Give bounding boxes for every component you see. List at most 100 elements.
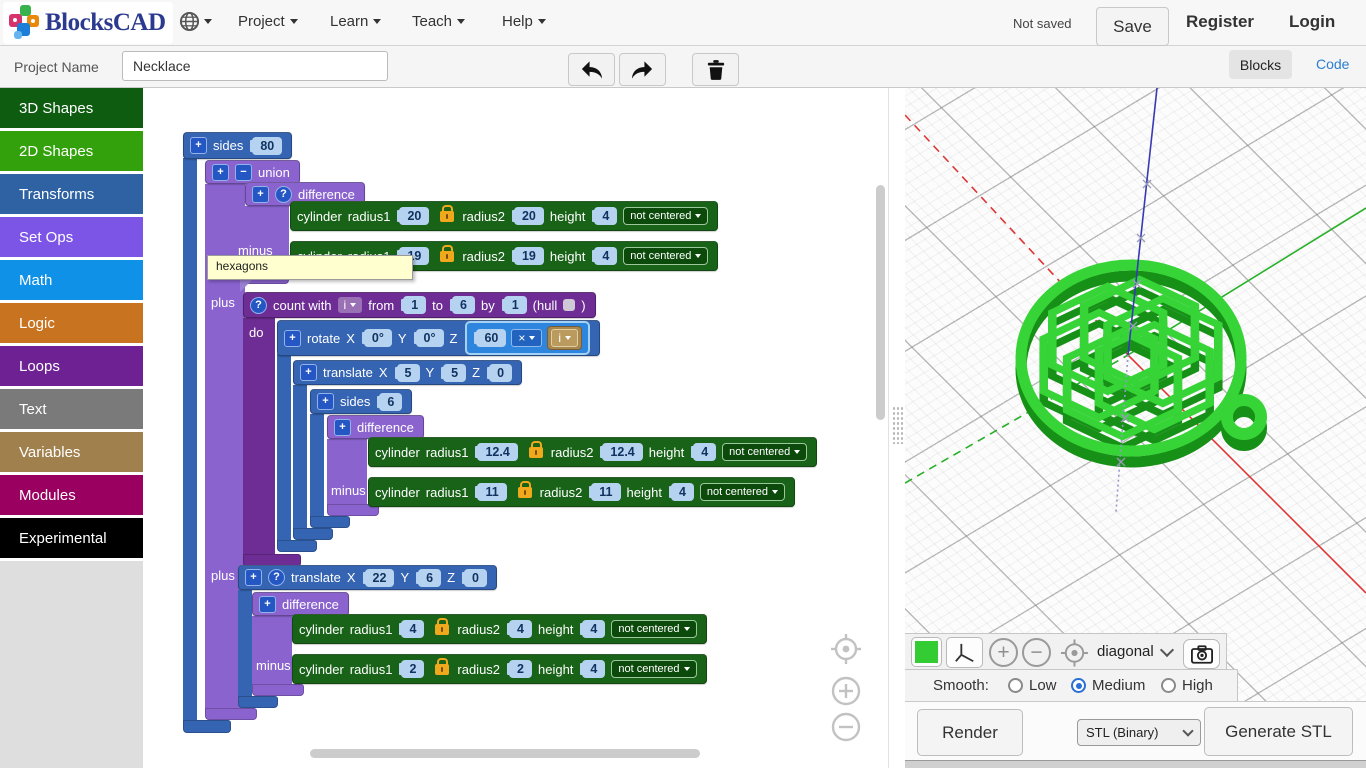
sidebar-item-text[interactable]: Text xyxy=(0,389,143,429)
translate-z-value[interactable]: 0 xyxy=(489,364,512,382)
help-icon[interactable]: ? xyxy=(268,569,285,586)
save-button[interactable]: Save xyxy=(1096,7,1169,46)
sidebar-item-modules[interactable]: Modules xyxy=(0,475,143,515)
rotate-x-value[interactable]: 0° xyxy=(364,329,392,347)
render-button[interactable]: Render xyxy=(917,709,1023,756)
expand-icon[interactable]: + xyxy=(300,364,317,381)
block-count-with[interactable]: ? count with i from 1 to 6 by 1 (hull ) xyxy=(243,292,596,318)
zoom-reset-button[interactable] xyxy=(831,634,861,664)
height-value[interactable]: 4 xyxy=(671,483,694,501)
lock-icon[interactable] xyxy=(440,211,454,222)
height-value[interactable]: 4 xyxy=(582,620,605,638)
translate-y-value[interactable]: 5 xyxy=(443,364,466,382)
multiply-left-value[interactable]: 60 xyxy=(476,329,506,347)
height-value[interactable]: 4 xyxy=(582,660,605,678)
radius1-value[interactable]: 11 xyxy=(477,483,506,501)
reset-view-button[interactable] xyxy=(1060,638,1089,667)
sides-value[interactable]: 6 xyxy=(379,393,402,411)
radius1-value[interactable]: 20 xyxy=(399,207,429,225)
toggle-axes-button[interactable] xyxy=(946,637,983,668)
operator-dropdown[interactable]: × xyxy=(511,329,542,347)
smooth-high-radio[interactable] xyxy=(1161,678,1176,693)
register-link[interactable]: Register xyxy=(1186,12,1254,32)
centered-dropdown[interactable]: not centered xyxy=(623,247,708,265)
lock-icon[interactable] xyxy=(435,624,449,635)
viewport-zoom-in-button[interactable]: + xyxy=(989,638,1018,667)
block-translate-1[interactable]: + translate X 5 Y 5 Z 0 xyxy=(293,360,522,385)
sidebar-item-logic[interactable]: Logic xyxy=(0,303,143,343)
radius2-value[interactable]: 2 xyxy=(509,660,532,678)
translate-z-value[interactable]: 0 xyxy=(464,569,487,587)
stl-format-select[interactable]: STL (Binary) xyxy=(1077,719,1201,746)
sidebar-item-experimental[interactable]: Experimental xyxy=(0,518,143,558)
expand-icon[interactable]: + xyxy=(259,596,276,613)
sidebar-item-set-ops[interactable]: Set Ops xyxy=(0,217,143,257)
menu-help[interactable]: Help xyxy=(502,13,546,30)
centered-dropdown[interactable]: not centered xyxy=(611,660,696,678)
smooth-medium-radio[interactable] xyxy=(1071,678,1086,693)
block-sides-outer[interactable]: + sides 80 xyxy=(183,132,292,159)
sides-value[interactable]: 80 xyxy=(252,137,282,155)
block-cylinder-1[interactable]: cylinder radius1 20 radius2 20 height 4 … xyxy=(290,201,718,231)
block-arithmetic[interactable]: 60 × i xyxy=(465,321,590,355)
render-viewport[interactable]: + − diagonal Smooth: xyxy=(905,88,1366,768)
radius2-value[interactable]: 12.4 xyxy=(602,443,642,461)
zoom-in-button[interactable] xyxy=(831,676,861,706)
expand-icon[interactable]: + xyxy=(190,137,207,154)
generate-stl-button[interactable]: Generate STL xyxy=(1204,707,1353,756)
collapse-icon[interactable]: − xyxy=(235,164,252,181)
expand-icon[interactable]: + xyxy=(317,393,334,410)
horizontal-scrollbar[interactable] xyxy=(310,749,700,758)
lock-icon[interactable] xyxy=(440,251,454,262)
block-difference-3[interactable]: + difference xyxy=(327,415,424,439)
block-cylinder-5[interactable]: cylinder radius1 4 radius2 4 height 4 no… xyxy=(292,614,707,644)
model-color-button[interactable] xyxy=(911,637,942,667)
trash-button[interactable] xyxy=(692,53,739,86)
radius1-value[interactable]: 12.4 xyxy=(477,443,517,461)
block-cylinder-6[interactable]: cylinder radius1 2 radius2 2 height 4 no… xyxy=(292,654,707,684)
vertical-scrollbar[interactable] xyxy=(876,185,885,420)
lock-icon[interactable] xyxy=(529,447,543,458)
block-rotate[interactable]: + rotate X 0° Y 0° Z 60 × i xyxy=(277,320,600,356)
sidebar-item-math[interactable]: Math xyxy=(0,260,143,300)
lock-icon[interactable] xyxy=(435,664,449,675)
menu-learn[interactable]: Learn xyxy=(330,13,381,30)
zoom-out-button[interactable] xyxy=(831,712,861,742)
radius2-value[interactable]: 4 xyxy=(509,620,532,638)
smooth-low-radio[interactable] xyxy=(1008,678,1023,693)
blockly-workspace[interactable]: + sides 80 + − union plus plus + ? diffe… xyxy=(143,88,888,768)
height-value[interactable]: 4 xyxy=(594,247,617,265)
sidebar-item-loops[interactable]: Loops xyxy=(0,346,143,386)
radius2-value[interactable]: 19 xyxy=(514,247,544,265)
help-icon[interactable]: ? xyxy=(250,297,267,314)
loop-variable-dropdown[interactable]: i xyxy=(338,297,363,313)
by-value[interactable]: 1 xyxy=(504,296,527,314)
expand-icon[interactable]: + xyxy=(252,186,269,203)
expand-icon[interactable]: + xyxy=(212,164,229,181)
logo[interactable]: BlocksCAD xyxy=(3,2,173,44)
expand-icon[interactable]: + xyxy=(284,330,301,347)
radius2-value[interactable]: 11 xyxy=(591,483,620,501)
translate-x-value[interactable]: 5 xyxy=(397,364,420,382)
help-icon[interactable]: ? xyxy=(275,186,292,203)
expand-icon[interactable]: + xyxy=(334,419,351,436)
lock-icon[interactable] xyxy=(518,487,532,498)
radius1-value[interactable]: 2 xyxy=(401,660,424,678)
block-translate-2[interactable]: + ? translate X 22 Y 6 Z 0 xyxy=(238,565,497,590)
hull-checkbox[interactable] xyxy=(563,299,575,311)
expand-icon[interactable]: + xyxy=(245,569,262,586)
redo-button[interactable] xyxy=(619,53,666,86)
viewport-zoom-out-button[interactable]: − xyxy=(1022,638,1051,667)
translate-x-value[interactable]: 22 xyxy=(365,569,395,587)
login-link[interactable]: Login xyxy=(1289,12,1335,32)
variable-dropdown[interactable]: i xyxy=(551,329,578,347)
height-value[interactable]: 4 xyxy=(693,443,716,461)
view-angle-select[interactable]: diagonal xyxy=(1097,643,1172,660)
translate-y-value[interactable]: 6 xyxy=(418,569,441,587)
block-cylinder-4[interactable]: cylinder radius1 11 radius2 11 height 4 … xyxy=(368,477,795,507)
centered-dropdown[interactable]: not centered xyxy=(611,620,696,638)
block-variable-i[interactable]: i xyxy=(547,326,582,350)
language-menu[interactable] xyxy=(179,11,212,32)
radius2-value[interactable]: 20 xyxy=(514,207,544,225)
from-value[interactable]: 1 xyxy=(403,296,426,314)
